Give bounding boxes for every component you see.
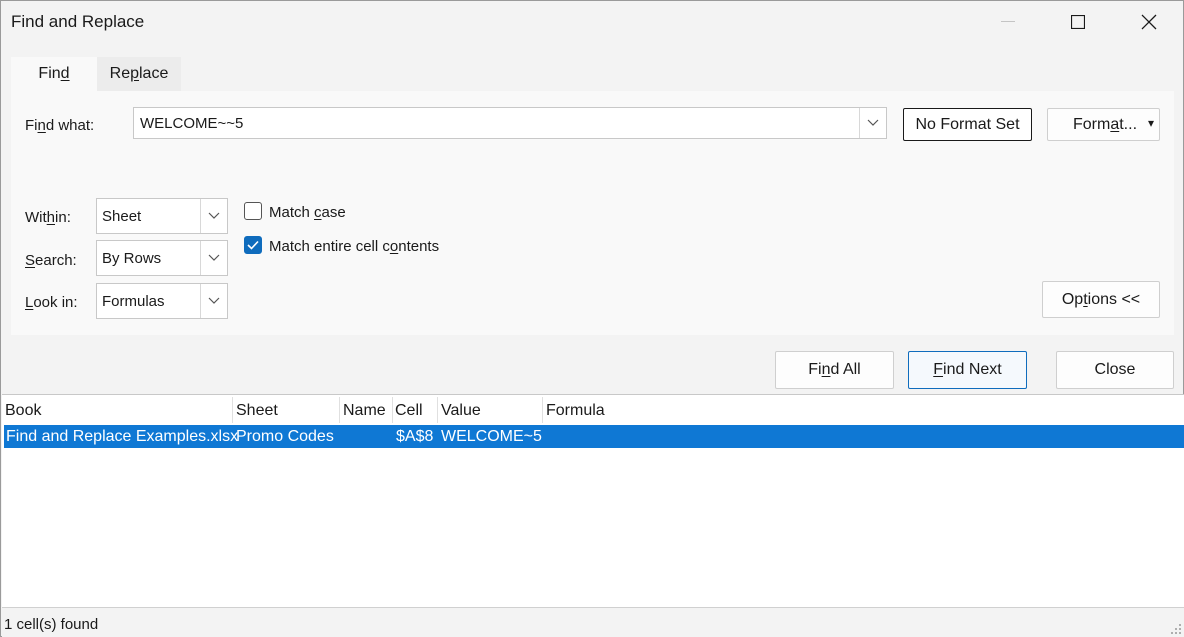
minimize-button [985, 1, 1031, 43]
close-icon [1141, 14, 1157, 30]
look-in-label: Look in: [25, 294, 78, 311]
status-bar: 1 cell(s) found [2, 607, 1184, 637]
format-preview: No Format Set [903, 108, 1032, 141]
column-divider[interactable] [437, 397, 438, 423]
search-select[interactable]: By Rows [96, 240, 228, 276]
column-header-sheet[interactable]: Sheet [236, 402, 278, 420]
within-value: Sheet [102, 208, 142, 225]
within-label: Within: [25, 209, 71, 226]
match-case-label[interactable]: Match case [269, 204, 346, 221]
title-bar: Find and Replace [1, 1, 1183, 45]
match-entire-label[interactable]: Match entire cell contents [269, 238, 439, 255]
minimize-icon [1001, 21, 1015, 22]
close-window-button[interactable] [1126, 1, 1172, 43]
maximize-icon [1071, 15, 1085, 29]
tab-replace[interactable]: Re p lace [97, 57, 181, 91]
window-title: Find and Replace [11, 12, 145, 31]
cell-sheet: Promo Codes [236, 428, 334, 445]
chevron-down-icon[interactable] [200, 199, 227, 233]
cell-book: Find and Replace Examples.xlsx [6, 428, 239, 445]
split-arrow-icon[interactable]: ▾ [1148, 116, 1154, 130]
search-value: By Rows [102, 250, 162, 267]
chevron-down-icon [867, 119, 879, 126]
match-case-checkbox[interactable] [244, 202, 262, 220]
options-button[interactable]: Op t ions << [1042, 281, 1160, 318]
cell-value: WELCOME~5 [441, 428, 542, 445]
column-divider[interactable] [339, 397, 340, 423]
find-replace-dialog: Find and Replace Fin d Re p lace Find what:… [0, 0, 1184, 637]
column-header-book[interactable]: Book [5, 402, 41, 420]
close-button[interactable]: Close [1056, 351, 1174, 389]
results-list[interactable]: Book Sheet Name Cell Value Formula Find … [2, 394, 1184, 608]
find-what-combobox[interactable]: WELCOME~~5 [133, 107, 887, 139]
checkmark-icon [247, 240, 259, 250]
look-in-select[interactable]: Formulas [96, 283, 228, 319]
column-header-value[interactable]: Value [441, 402, 481, 420]
maximize-button[interactable] [1055, 1, 1101, 43]
chevron-down-icon[interactable] [200, 284, 227, 318]
within-select[interactable]: Sheet [96, 198, 228, 234]
column-header-name[interactable]: Name [343, 402, 386, 420]
resize-grip-icon[interactable] [1170, 623, 1182, 635]
column-header-formula[interactable]: Formula [546, 402, 605, 420]
column-divider[interactable] [392, 397, 393, 423]
table-row[interactable]: Find and Replace Examples.xlsx Promo Cod… [4, 425, 1184, 448]
column-divider[interactable] [232, 397, 233, 423]
chevron-down-icon[interactable] [200, 241, 227, 275]
status-text: 1 cell(s) found [4, 616, 99, 633]
column-divider[interactable] [542, 397, 543, 423]
find-what-input[interactable]: WELCOME~~5 [140, 115, 243, 132]
look-in-value: Formulas [102, 293, 165, 310]
cell-address: $A$8 [396, 428, 434, 445]
find-all-button[interactable]: Fi n d All [775, 351, 894, 389]
tab-find[interactable]: Fin d [11, 57, 97, 91]
find-what-label: Find what: [25, 117, 95, 134]
column-header-cell[interactable]: Cell [395, 402, 423, 420]
match-entire-checkbox[interactable] [244, 236, 262, 254]
search-label: Search: [25, 252, 77, 269]
find-what-dropdown-button[interactable] [859, 108, 886, 138]
find-next-button[interactable]: Find Next [908, 351, 1027, 389]
format-button[interactable]: Form a t... ▾ [1047, 108, 1160, 141]
